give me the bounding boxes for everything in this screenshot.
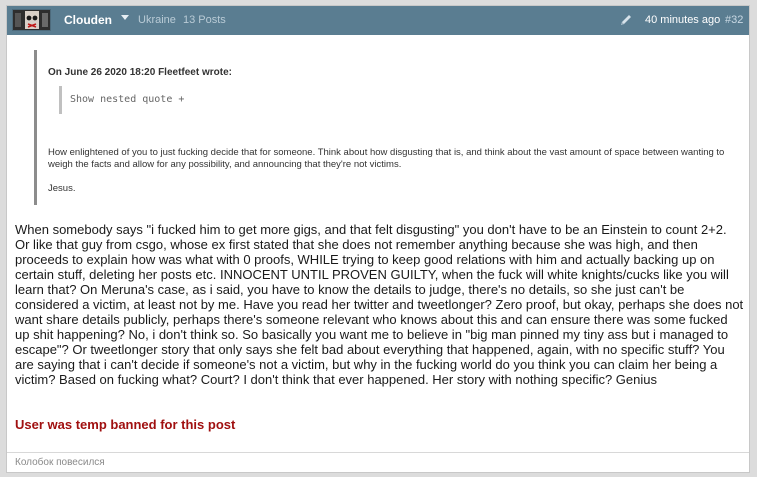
pencil-icon[interactable] (619, 13, 633, 27)
post-body: When somebody says "i fucked him to get … (15, 222, 744, 387)
quote-block: On June 26 2020 18:20 Fleetfeet wrote: S… (34, 50, 739, 205)
post-number-link[interactable]: #32 (725, 14, 743, 26)
nested-quote: Show nested quote + (59, 86, 359, 114)
post-header: Clouden Ukraine 13 Posts 40 minutes ago … (7, 6, 749, 35)
post-timestamp[interactable]: 40 minutes ago (645, 14, 720, 26)
avatar[interactable] (12, 9, 51, 31)
user-signature: Колобок повесился (15, 457, 105, 468)
quote-author: On June 26 2020 18:20 Fleetfeet wrote: (48, 67, 232, 78)
username-link[interactable]: Clouden (64, 13, 112, 27)
signature-divider (7, 452, 749, 453)
chevron-down-icon[interactable] (121, 15, 129, 20)
show-nested-quote-button[interactable]: Show nested quote + (70, 94, 184, 105)
quote-text: How enlightened of you to just fucking d… (48, 147, 725, 170)
user-country: Ukraine (138, 14, 176, 26)
quote-sign: Jesus. (48, 183, 76, 194)
ban-notice: User was temp banned for this post (15, 417, 236, 432)
user-post-count: 13 Posts (183, 14, 226, 26)
forum-post: Clouden Ukraine 13 Posts 40 minutes ago … (6, 5, 750, 473)
